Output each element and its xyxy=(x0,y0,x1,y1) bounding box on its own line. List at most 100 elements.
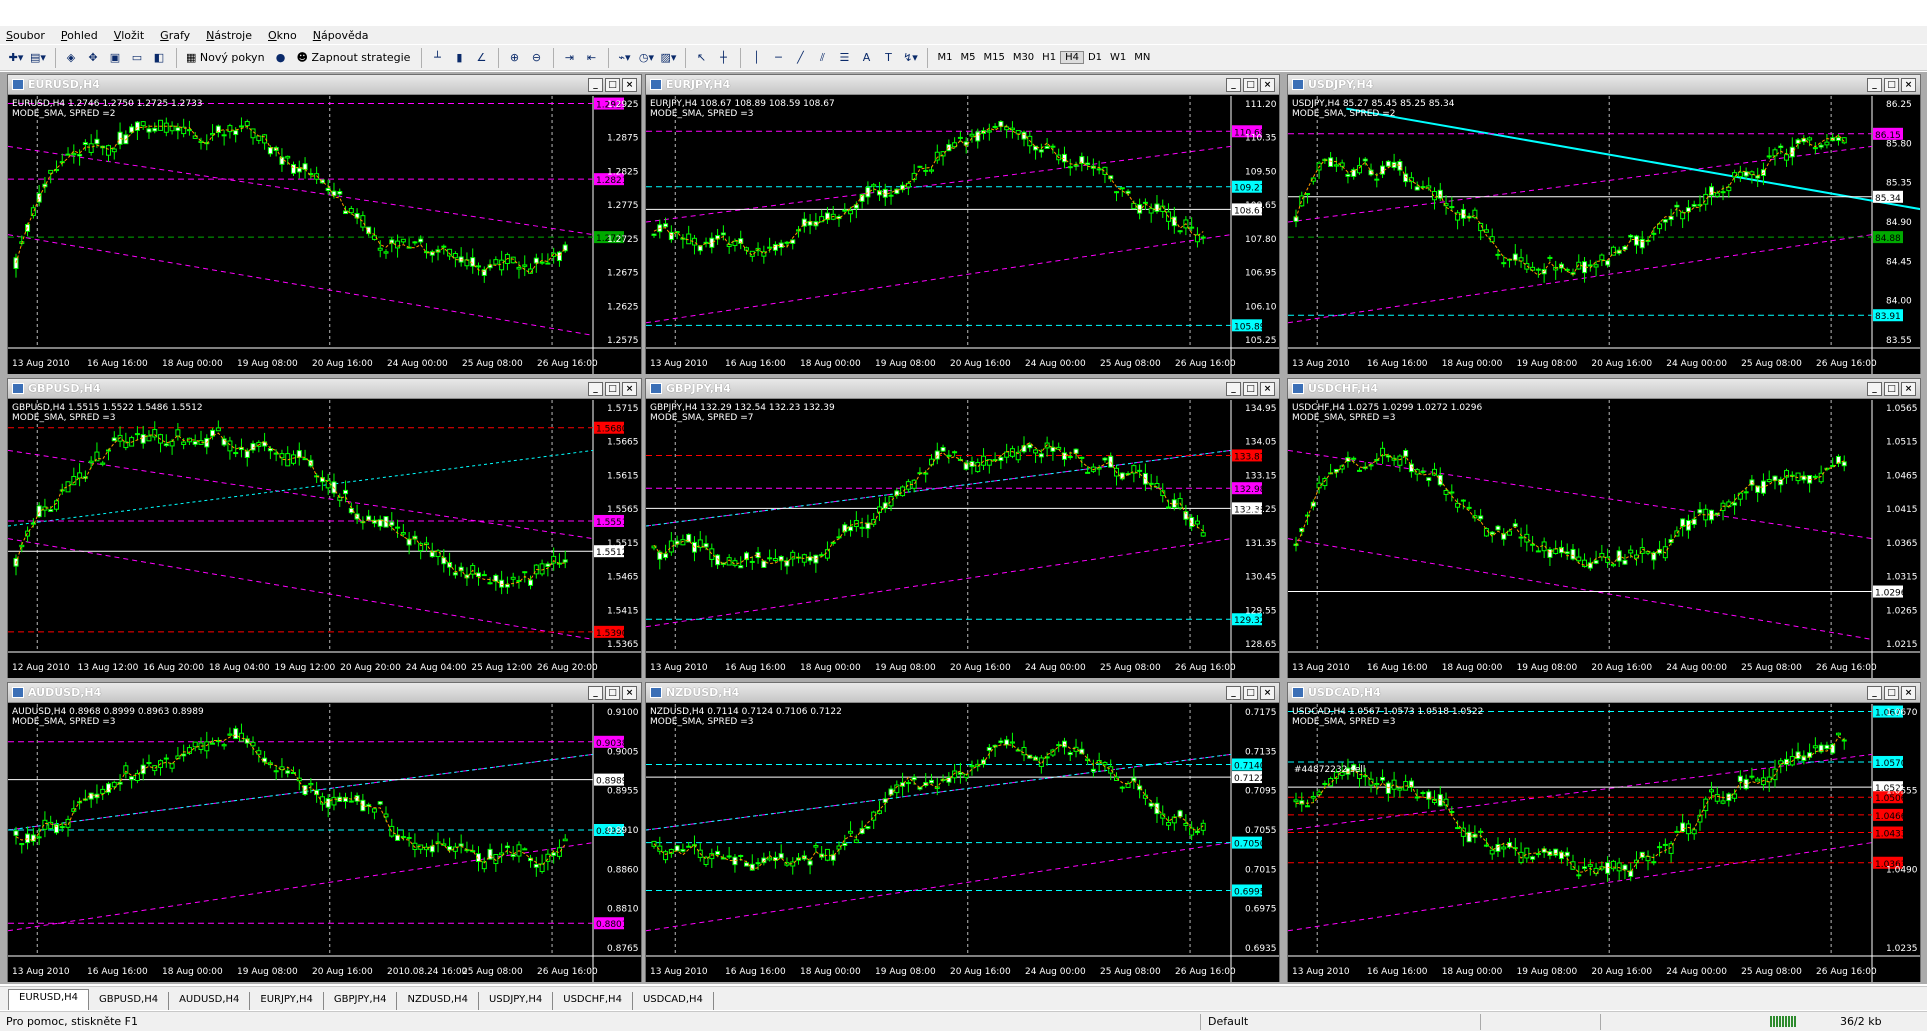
timeframe-mn[interactable]: MN xyxy=(1130,52,1154,63)
minimize-button[interactable]: _ xyxy=(588,78,603,92)
window-titlebar[interactable]: USDCHF,H4 _ □ × xyxy=(1288,379,1920,399)
minimize-button[interactable]: _ xyxy=(588,382,603,396)
menu-vlozit[interactable]: Vložit xyxy=(114,29,144,42)
tab-eurjpy[interactable]: EURJPY,H4 xyxy=(250,992,324,1010)
timeframe-h4[interactable]: H4 xyxy=(1060,51,1084,64)
menu-napoveda[interactable]: Nápověda xyxy=(313,29,369,42)
market-watch-icon[interactable]: ◈ xyxy=(61,48,81,68)
maximize-button[interactable]: □ xyxy=(1243,686,1258,700)
text-icon[interactable]: A xyxy=(856,48,876,68)
tab-gbpusd[interactable]: GBPUSD,H4 xyxy=(89,992,170,1010)
tab-eurusd[interactable]: EURUSD,H4 xyxy=(8,989,90,1010)
zoom-out-icon[interactable]: ⊖ xyxy=(526,48,546,68)
new-chart-button[interactable]: ✚▾ xyxy=(6,48,26,68)
close-button[interactable]: × xyxy=(1260,382,1275,396)
chart-window-audusd[interactable]: AUDUSD,H4 _ □ × 0.9038 0.8989 0.8920 0.8801 0.91… xyxy=(7,682,642,982)
crosshair-icon[interactable]: ┼ xyxy=(713,48,733,68)
timeframe-m15[interactable]: M15 xyxy=(979,52,1008,63)
close-button[interactable]: × xyxy=(622,382,637,396)
tab-usdjpy[interactable]: USDJPY,H4 xyxy=(479,992,554,1010)
bar-chart-icon[interactable]: ┴ xyxy=(427,48,447,68)
navigator-icon[interactable]: ✥ xyxy=(83,48,103,68)
chart-window-usdjpy[interactable]: USDJPY,H4 _ □ × 86.15 85.34 84.88 83.91 86.25 85.… xyxy=(1287,74,1921,374)
timeframe-d1[interactable]: D1 xyxy=(1084,52,1106,63)
chart-window-nzdusd[interactable]: NZDUSD,H4 _ □ × 0.7140 0.7122 0.7050 0.6995 0.71… xyxy=(645,682,1280,982)
close-button[interactable]: × xyxy=(1260,686,1275,700)
tab-usdchf[interactable]: USDCHF,H4 xyxy=(553,992,633,1010)
autotrading-button[interactable]: ☻ Zapnout strategie xyxy=(293,48,415,68)
window-titlebar[interactable]: EURUSD,H4 _ □ × xyxy=(8,75,641,95)
window-titlebar[interactable]: USDJPY,H4 _ □ × xyxy=(1288,75,1920,95)
tab-usdcad[interactable]: USDCAD,H4 xyxy=(633,992,714,1010)
metaeditor-icon[interactable]: ● xyxy=(271,48,291,68)
chart-window-gbpjpy[interactable]: GBPJPY,H4 _ □ × 133.87 132.98 132.39 129.32 134.… xyxy=(645,378,1280,678)
minimize-button[interactable]: _ xyxy=(1867,382,1882,396)
close-button[interactable]: × xyxy=(622,78,637,92)
folder-icon[interactable]: ▣ xyxy=(105,48,125,68)
close-button[interactable]: × xyxy=(1901,686,1916,700)
close-button[interactable]: × xyxy=(622,686,637,700)
window-titlebar[interactable]: NZDUSD,H4 _ □ × xyxy=(646,683,1279,703)
window-titlebar[interactable]: AUDUSD,H4 _ □ × xyxy=(8,683,641,703)
timeframe-h1[interactable]: H1 xyxy=(1038,52,1060,63)
fibonacci-icon[interactable]: ☰ xyxy=(834,48,854,68)
minimize-button[interactable]: _ xyxy=(1867,78,1882,92)
menu-grafy[interactable]: Grafy xyxy=(160,29,190,42)
tab-nzdusd[interactable]: NZDUSD,H4 xyxy=(397,992,479,1010)
new-order-button[interactable]: ▦ Nový pokyn xyxy=(182,48,269,68)
autoscroll-icon[interactable]: ⇥ xyxy=(559,48,579,68)
menu-soubor[interactable]: Soubor xyxy=(6,29,45,42)
maximize-button[interactable]: □ xyxy=(1243,78,1258,92)
label-icon[interactable]: T xyxy=(878,48,898,68)
timeframe-m5[interactable]: M5 xyxy=(956,52,979,63)
maximize-button[interactable]: □ xyxy=(1884,382,1899,396)
zoom-in-icon[interactable]: ⊕ xyxy=(504,48,524,68)
minimize-button[interactable]: _ xyxy=(1226,686,1241,700)
horizontal-line-icon[interactable]: ─ xyxy=(768,48,788,68)
timeframe-m30[interactable]: M30 xyxy=(1009,52,1038,63)
timeframe-w1[interactable]: W1 xyxy=(1106,52,1130,63)
chart-window-usdchf[interactable]: USDCHF,H4 _ □ × 1.0296 1.0565 1.0515 1.0465 1.04… xyxy=(1287,378,1921,678)
close-button[interactable]: × xyxy=(1901,78,1916,92)
tab-gbpjpy[interactable]: GBPJPY,H4 xyxy=(324,992,398,1010)
minimize-button[interactable]: _ xyxy=(588,686,603,700)
close-button[interactable]: × xyxy=(1260,78,1275,92)
channel-icon[interactable]: ⫽ xyxy=(812,48,832,68)
menu-nastroje[interactable]: Nástroje xyxy=(206,29,252,42)
arrows-button[interactable]: ↯▾ xyxy=(900,48,920,68)
minimize-button[interactable]: _ xyxy=(1226,382,1241,396)
trendline-icon[interactable]: ╱ xyxy=(790,48,810,68)
timeframe-m1[interactable]: M1 xyxy=(933,52,956,63)
periods-button[interactable]: ◷▾ xyxy=(636,48,656,68)
chart-window-eurusd[interactable]: EURUSD,H4 _ □ × 1.2925 1.2821 1.2740 1.2925 1.28… xyxy=(7,74,642,374)
chart-shift-icon[interactable]: ⇤ xyxy=(581,48,601,68)
cursor-icon[interactable]: ↖ xyxy=(691,48,711,68)
tab-audusd[interactable]: AUDUSD,H4 xyxy=(169,992,251,1010)
window-titlebar[interactable]: EURJPY,H4 _ □ × xyxy=(646,75,1279,95)
vertical-line-icon[interactable]: │ xyxy=(746,48,766,68)
maximize-button[interactable]: □ xyxy=(605,686,620,700)
maximize-button[interactable]: □ xyxy=(1884,78,1899,92)
maximize-button[interactable]: □ xyxy=(605,78,620,92)
chart-window-gbpusd[interactable]: GBPUSD,H4 _ □ × 1.5680 1.5551 1.5512 1.5390 1.57… xyxy=(7,378,642,678)
menu-pohled[interactable]: Pohled xyxy=(61,29,98,42)
minimize-button[interactable]: _ xyxy=(1226,78,1241,92)
window-titlebar[interactable]: GBPJPY,H4 _ □ × xyxy=(646,379,1279,399)
candle-chart-icon[interactable]: ▮ xyxy=(449,48,469,68)
tester-icon[interactable]: ◧ xyxy=(149,48,169,68)
maximize-button[interactable]: □ xyxy=(1884,686,1899,700)
chart-window-eurjpy[interactable]: EURJPY,H4 _ □ × 110.68 109.27 108.67 105.89 111.… xyxy=(645,74,1280,374)
chart-window-usdcad[interactable]: USDCAD,H4 _ □ × 1.0670 1.0570 1.0522 1.0506 1.04… xyxy=(1287,682,1921,982)
terminal-icon[interactable]: ▭ xyxy=(127,48,147,68)
window-titlebar[interactable]: USDCAD,H4 _ □ × xyxy=(1288,683,1920,703)
menu-okno[interactable]: Okno xyxy=(268,29,297,42)
maximize-button[interactable]: □ xyxy=(605,382,620,396)
indicators-button[interactable]: ⌁▾ xyxy=(614,48,634,68)
minimize-button[interactable]: _ xyxy=(1867,686,1882,700)
profiles-button[interactable]: ▤▾ xyxy=(28,48,48,68)
maximize-button[interactable]: □ xyxy=(1243,382,1258,396)
line-chart-icon[interactable]: ∠ xyxy=(471,48,491,68)
close-button[interactable]: × xyxy=(1901,382,1916,396)
templates-button[interactable]: ▨▾ xyxy=(658,48,678,68)
window-titlebar[interactable]: GBPUSD,H4 _ □ × xyxy=(8,379,641,399)
